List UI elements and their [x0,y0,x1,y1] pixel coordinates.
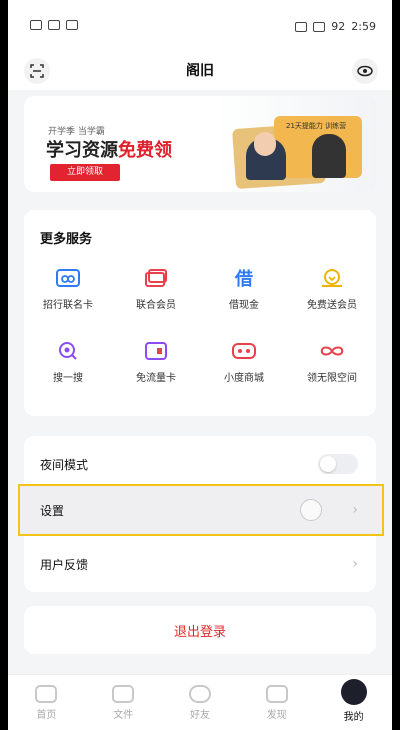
service-label: 领无限空间 [307,373,357,384]
service-label: 免费送会员 [307,300,357,311]
settings-row[interactable]: 设置 › [24,486,376,534]
nfc-icon [295,21,308,32]
service-search[interactable]: 搜一搜 [24,341,112,384]
night-mode-label: 夜间模式 [40,457,89,472]
chevron-right-icon: › [352,502,358,518]
tab-label: 好友 [189,710,210,721]
service-label: 搜一搜 [53,373,83,384]
tab-label: 我的 [343,712,364,723]
night-mode-toggle[interactable] [318,454,358,474]
signal-icon [30,20,42,30]
status-time: 2:59 [351,20,376,33]
status-right: 92 2:59 [295,20,376,33]
member-card-icon [143,268,169,288]
sim-card-icon [143,341,169,361]
tab-label: 发现 [266,710,287,721]
tab-discover[interactable]: 发现 [238,675,315,730]
services-grid: 招行联名卡 联合会员 借 借现金 免费送会员 搜一搜 免流量卡 小度商城 领无限… [24,268,376,384]
tap-indicator-icon [300,499,322,521]
promo-banner[interactable]: 开学季 当学霸 学习资源免费领 立即领取 21天提能力 训练营 [24,96,376,192]
service-xiaodu-store[interactable]: 小度商城 [200,341,288,384]
service-label: 联合会员 [136,300,176,311]
alarm-icon [313,21,326,32]
status-left [30,20,78,30]
wifi-icon [48,20,60,30]
banner-person-image [312,134,346,178]
phone-screen: 92 2:59 阁旧 开学季 当学霸 学习资源免费领 立即领取 21天提能力 训… [8,0,392,730]
robot-icon [231,341,257,361]
profile-icon [340,679,367,705]
settings-label: 设置 [40,503,65,518]
search-icon [55,341,81,361]
services-title: 更多服务 [40,232,93,247]
infinity-icon [319,341,345,361]
discover-icon [265,685,288,703]
notification-icon [66,20,78,30]
page-title: 阁旧 [186,63,214,79]
service-label: 免流量卡 [136,373,176,384]
service-sim-card[interactable]: 免流量卡 [112,341,200,384]
bank-card-icon [55,268,81,288]
service-infinite-space[interactable]: 领无限空间 [288,341,376,384]
content: 开学季 当学霸 学习资源免费领 立即领取 21天提能力 训练营 更多服务 招行联… [18,96,384,654]
friends-icon [188,685,211,703]
top-bar: 阁旧 [8,50,392,90]
settings-card: 夜间模式 设置 › 用户反馈 › [18,436,384,592]
feedback-label: 用户反馈 [40,557,89,572]
banner-face-image [254,132,276,156]
service-gift-member[interactable]: 免费送会员 [288,268,376,311]
status-bar: 92 2:59 [8,0,392,56]
service-member[interactable]: 联合会员 [112,268,200,311]
tab-label: 首页 [36,710,57,721]
cloud-icon [35,685,58,703]
tab-label: 文件 [113,710,134,721]
tab-home[interactable]: 首页 [8,675,85,730]
service-loan[interactable]: 借 借现金 [200,268,288,311]
eye-icon[interactable] [352,58,378,84]
service-label: 招行联名卡 [43,300,93,311]
tab-files[interactable]: 文件 [85,675,162,730]
banner-headline-a: 学习资源 [46,140,118,161]
banner-headline: 学习资源免费领 [46,136,172,162]
banner-claim-button[interactable]: 立即领取 [50,164,120,181]
bottom-tab-bar: 首页 文件 好友 发现 我的 [8,674,392,730]
more-services-card: 更多服务 招行联名卡 联合会员 借 借现金 免费送会员 搜一搜 免流量卡 小度商… [24,210,376,416]
service-label: 小度商城 [224,373,264,384]
tab-me[interactable]: 我的 [315,675,392,730]
chevron-right-icon: › [352,556,358,572]
banner-card-text: 21天提能力 训练营 [286,122,347,130]
tab-friends[interactable]: 好友 [162,675,239,730]
loan-icon: 借 [235,269,253,290]
night-mode-row[interactable]: 夜间模式 [24,440,376,488]
feedback-row[interactable]: 用户反馈 › [24,540,376,588]
battery-level: 92 [331,20,346,33]
service-bank-card[interactable]: 招行联名卡 [24,268,112,311]
banner-headline-b: 免费领 [118,140,172,161]
folder-icon [112,685,135,703]
logout-button[interactable]: 退出登录 [24,606,376,654]
service-label: 借现金 [229,300,259,311]
gift-member-icon [319,268,345,288]
